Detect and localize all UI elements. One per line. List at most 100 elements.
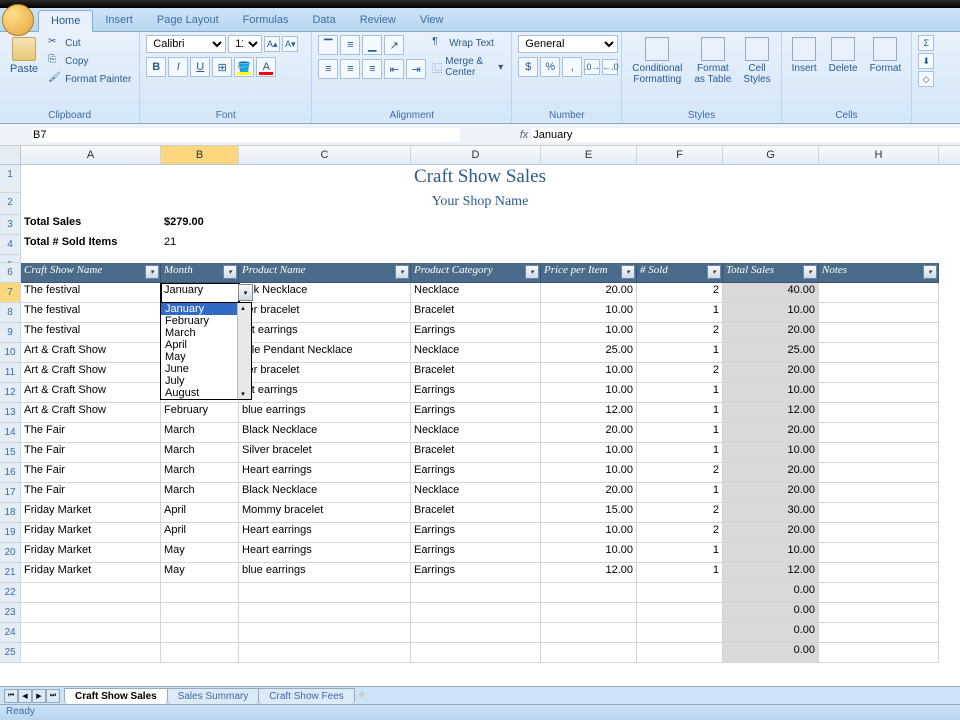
sheet-tab[interactable]: Sales Summary: [167, 688, 260, 704]
table-header[interactable]: Craft Show Name▾: [21, 263, 161, 283]
cell[interactable]: 1: [637, 443, 723, 463]
cell[interactable]: Friday Market: [21, 523, 161, 543]
cell[interactable]: 10.00: [541, 323, 637, 343]
cell[interactable]: Earrings: [411, 523, 541, 543]
cell[interactable]: [239, 623, 411, 643]
cell[interactable]: Black Necklace: [239, 423, 411, 443]
cell[interactable]: [819, 643, 939, 663]
ribbon-tab-review[interactable]: Review: [348, 10, 408, 31]
sheet-nav-last[interactable]: ⏭: [46, 689, 60, 703]
filter-button[interactable]: ▾: [707, 265, 721, 279]
cell[interactable]: 2: [637, 523, 723, 543]
font-color-button[interactable]: A: [256, 57, 276, 77]
cell[interactable]: 10.00: [541, 443, 637, 463]
row-header[interactable]: 23: [0, 603, 21, 623]
dropdown-option[interactable]: May: [161, 351, 237, 363]
ribbon-tab-home[interactable]: Home: [38, 10, 93, 32]
cell[interactable]: [819, 563, 939, 583]
cell[interactable]: 0.00: [723, 623, 819, 643]
font-family-select[interactable]: Calibri: [146, 35, 226, 53]
align-left-button[interactable]: ≡: [318, 59, 338, 79]
align-bottom-button[interactable]: ▁: [362, 35, 382, 55]
clear-button[interactable]: ◇: [918, 71, 934, 87]
row-header[interactable]: 7: [0, 283, 21, 303]
row-header[interactable]: 19: [0, 523, 21, 543]
cut-button[interactable]: ✂Cut: [46, 35, 133, 51]
cell[interactable]: ack Necklace: [239, 283, 411, 303]
table-header[interactable]: Total Sales▾: [723, 263, 819, 283]
cell[interactable]: [21, 603, 161, 623]
new-sheet-icon[interactable]: ✧: [358, 690, 366, 701]
decrease-indent-button[interactable]: ⇤: [384, 59, 404, 79]
cell[interactable]: ver bracelet: [239, 363, 411, 383]
ribbon-tab-view[interactable]: View: [408, 10, 456, 31]
row-header[interactable]: 2: [0, 193, 21, 215]
cell[interactable]: The Fair: [21, 463, 161, 483]
cell[interactable]: 21: [161, 235, 239, 255]
cell-styles-button[interactable]: Cell Styles: [739, 35, 774, 87]
cell[interactable]: Silver bracelet: [239, 443, 411, 463]
row-header[interactable]: 20: [0, 543, 21, 563]
cell[interactable]: The Fair: [21, 423, 161, 443]
cell[interactable]: 1: [637, 303, 723, 323]
cell[interactable]: 1: [637, 423, 723, 443]
cell[interactable]: 10.00: [541, 303, 637, 323]
cell[interactable]: April: [161, 523, 239, 543]
cell[interactable]: Necklace: [411, 423, 541, 443]
insert-cells-button[interactable]: Insert: [788, 35, 821, 76]
cell[interactable]: 30.00: [723, 503, 819, 523]
cell[interactable]: $279.00: [161, 215, 239, 235]
column-header-D[interactable]: D: [411, 146, 541, 164]
cell[interactable]: 10.00: [541, 543, 637, 563]
cell[interactable]: 2: [637, 283, 723, 303]
cell[interactable]: 1: [637, 483, 723, 503]
cell[interactable]: 0.00: [723, 643, 819, 663]
cell[interactable]: [819, 343, 939, 363]
cell[interactable]: [161, 643, 239, 663]
cell[interactable]: Earrings: [411, 543, 541, 563]
select-all-corner[interactable]: [0, 146, 21, 164]
cell[interactable]: [819, 623, 939, 643]
row-header[interactable]: 18: [0, 503, 21, 523]
cell[interactable]: [819, 403, 939, 423]
dropdown-option[interactable]: February: [161, 315, 237, 327]
cell[interactable]: 1: [637, 383, 723, 403]
cell[interactable]: 1: [637, 563, 723, 583]
cell[interactable]: The Fair: [21, 483, 161, 503]
cell[interactable]: [411, 643, 541, 663]
cell[interactable]: The festival: [21, 303, 161, 323]
ribbon-tab-page-layout[interactable]: Page Layout: [145, 10, 231, 31]
cell[interactable]: Earrings: [411, 463, 541, 483]
cell[interactable]: 0.00: [723, 583, 819, 603]
table-header[interactable]: Price per Item▾: [541, 263, 637, 283]
cell[interactable]: 20.00: [723, 423, 819, 443]
row-header[interactable]: 9: [0, 323, 21, 343]
dropdown-scrollbar[interactable]: [237, 303, 251, 399]
column-header-G[interactable]: G: [723, 146, 819, 164]
month-dropdown[interactable]: JanuaryFebruaryMarchAprilMayJuneJulyAugu…: [160, 302, 252, 400]
cell[interactable]: 10.00: [541, 523, 637, 543]
row-header[interactable]: 22: [0, 583, 21, 603]
cell[interactable]: [21, 643, 161, 663]
cell-dropdown-toggle[interactable]: ▾: [238, 284, 253, 301]
table-header[interactable]: Product Category▾: [411, 263, 541, 283]
column-header-C[interactable]: C: [239, 146, 411, 164]
cell[interactable]: Necklace: [411, 343, 541, 363]
cell[interactable]: 20.00: [723, 523, 819, 543]
align-middle-button[interactable]: ≡: [340, 35, 360, 55]
row-header[interactable]: 4: [0, 235, 21, 255]
fill-button[interactable]: ⬇: [918, 53, 934, 69]
dropdown-option[interactable]: June: [161, 363, 237, 375]
cell[interactable]: February: [161, 403, 239, 423]
cell[interactable]: [411, 603, 541, 623]
table-header[interactable]: Month▾: [161, 263, 239, 283]
cell[interactable]: [21, 623, 161, 643]
cell[interactable]: Total # Sold Items: [21, 235, 161, 255]
ribbon-tab-data[interactable]: Data: [300, 10, 347, 31]
cell[interactable]: The festival: [21, 323, 161, 343]
cell[interactable]: Earrings: [411, 323, 541, 343]
cell[interactable]: Earrings: [411, 403, 541, 423]
filter-button[interactable]: ▾: [223, 265, 237, 279]
cell[interactable]: Bracelet: [411, 303, 541, 323]
cell[interactable]: [239, 583, 411, 603]
